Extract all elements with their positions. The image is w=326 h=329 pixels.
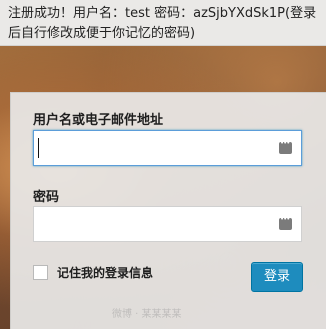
- login-form: 用户名或电子邮件地址 密码 记住我的登录信息 登录: [10, 92, 326, 329]
- registration-success-notice: 注册成功！用户名：test 密码：azSjbYXdSk1P(登录后自行修改成便于…: [0, 0, 326, 46]
- text-caret: [38, 138, 39, 158]
- password-input[interactable]: [33, 206, 302, 242]
- remember-me-checkbox[interactable]: [33, 265, 48, 280]
- keychain-icon[interactable]: [279, 215, 292, 230]
- username-input[interactable]: [33, 130, 302, 166]
- username-label: 用户名或电子邮件地址: [33, 113, 164, 128]
- password-label: 密码: [33, 190, 60, 205]
- remember-me-label[interactable]: 记住我的登录信息: [57, 264, 153, 281]
- notice-text: 注册成功！用户名：test 密码：azSjbYXdSk1P(登录后自行修改成便于…: [8, 6, 317, 41]
- login-button[interactable]: 登录: [251, 262, 303, 292]
- watermark-text: 微博 · 某某某某: [112, 309, 182, 320]
- keychain-icon[interactable]: [279, 139, 292, 154]
